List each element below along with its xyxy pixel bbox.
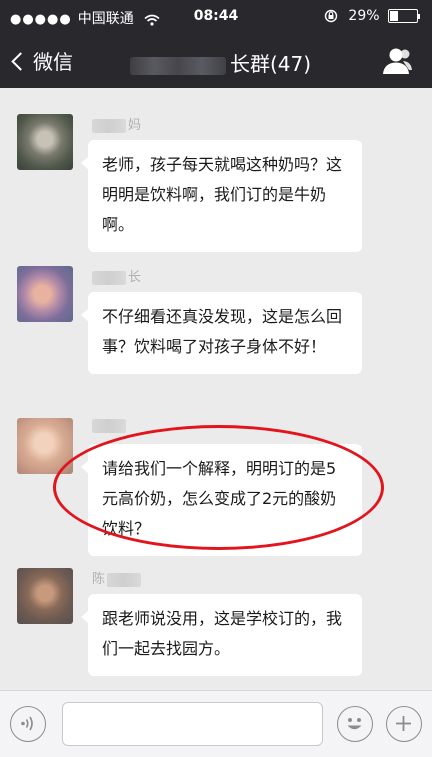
voice-icon <box>11 716 44 744</box>
sender-name: 妈 <box>92 114 142 133</box>
battery-icon <box>388 9 418 23</box>
message-bubble[interactable]: 老师，孩子每天就喝这种奶吗？这明明是饮料啊，我们订的是牛奶啊。 <box>81 140 362 252</box>
sender-name-visible: 妈 <box>128 118 142 133</box>
battery-tip <box>418 13 420 19</box>
sender-redacted <box>107 572 142 587</box>
emoji-button[interactable] <box>337 706 373 742</box>
sender-name-visible: 陈 <box>92 572 106 587</box>
message-input[interactable] <box>62 702 323 746</box>
voice-button[interactable] <box>10 706 46 742</box>
sender-name-visible: 长 <box>128 270 142 285</box>
status-bar: ●●●●● 中国联通 08:44 29% <box>0 0 432 34</box>
avatar[interactable] <box>17 266 73 322</box>
plus-icon <box>387 716 420 744</box>
emoji-icon <box>338 718 371 744</box>
back-label: 微信 <box>33 50 73 74</box>
chat-title-text: 长群(47) <box>230 52 312 76</box>
plus-button[interactable] <box>386 706 422 742</box>
lock-rotation-icon <box>324 8 342 24</box>
battery-fill <box>390 11 398 21</box>
sender-name <box>92 418 128 436</box>
chevron-left-icon <box>11 52 30 71</box>
title-redacted <box>130 56 226 75</box>
sender-name: 长 <box>92 266 142 285</box>
input-bar <box>0 690 432 757</box>
avatar[interactable] <box>17 568 73 624</box>
nav-bar: 微信 长群(47) <box>0 34 432 88</box>
highlight-annotation <box>53 425 384 550</box>
message-bubble[interactable]: 跟老师说没用，这是学校订的，我们一起去找园方。 <box>81 594 362 676</box>
battery-percent: 29% <box>348 8 380 24</box>
chat-area[interactable]: 妈 老师，孩子每天就喝这种奶吗？这明明是饮料啊，我们订的是牛奶啊。 长 不仔细看… <box>0 88 432 690</box>
status-right: 29% <box>324 8 420 24</box>
sender-redacted <box>92 418 126 433</box>
person-icon[interactable] <box>380 46 414 76</box>
avatar[interactable] <box>17 114 73 170</box>
message-bubble[interactable]: 不仔细看还真没发现，这是怎么回事？饮料喝了对孩子身体不好！ <box>81 292 362 374</box>
sender-redacted <box>92 118 126 133</box>
chat-title: 长群(47) <box>130 48 311 77</box>
sender-name: 陈 <box>92 568 143 587</box>
sender-redacted <box>92 270 126 285</box>
back-button[interactable]: 微信 <box>11 46 73 75</box>
